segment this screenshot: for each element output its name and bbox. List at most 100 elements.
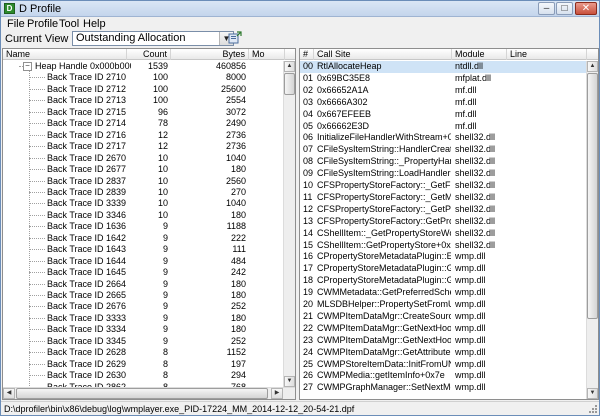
menu-file[interactable]: File — [5, 17, 27, 31]
minimize-button[interactable]: – — [538, 2, 555, 15]
scroll-left-icon[interactable]: ◀ — [3, 388, 15, 399]
stack-frame-row[interactable]: 16CPropertyStoreMetadataPlugin::Ens... wm… — [300, 251, 587, 263]
tree-row[interactable]: Back Trace ID 3334 9 180 — [3, 324, 295, 334]
tree-row[interactable]: Back Trace ID 2716 12 2736 — [3, 130, 295, 140]
col-module-header[interactable]: Module — [452, 49, 507, 60]
stack-frame-row[interactable]: 17CPropertyStoreMetadataPlugin::Get... wm… — [300, 263, 587, 275]
tree-row[interactable]: Back Trace ID 2837 10 2560 — [3, 176, 295, 186]
call-stack-pane[interactable]: # Call Site Module Line 00 RtlAllocateHea… — [299, 48, 599, 400]
tree-row[interactable]: Back Trace ID 2713 100 2554 — [3, 95, 295, 105]
stack-frame-row[interactable]: 07 CFileSysItemString::HandlerCreate... sh… — [300, 144, 587, 156]
tree-row[interactable]: Back Trace ID 3333 9 180 — [3, 313, 295, 323]
stack-frame-row[interactable]: 11 CFSPropertyStoreFactory::_GetMult... sh… — [300, 192, 587, 204]
tree-row[interactable]: Back Trace ID 1645 9 242 — [3, 267, 295, 277]
tree-vertical-scrollbar[interactable]: ▲ ▼ — [283, 61, 295, 387]
stack-frame-row[interactable]: 04 0x667EFEEB mf.dll — [300, 109, 587, 121]
scroll-thumb[interactable] — [284, 73, 295, 95]
tree-row[interactable]: Back Trace ID 1636 9 1188 — [3, 221, 295, 231]
stack-frame-row[interactable]: 14CShellItem::_GetPropertyStoreWork... sh… — [300, 228, 587, 240]
scroll-down-icon[interactable]: ▼ — [284, 376, 295, 387]
tree-row[interactable]: Back Trace ID 1643 9 111 — [3, 244, 295, 254]
backtrace-name: Back Trace ID 1642 — [47, 232, 127, 243]
title-bar[interactable]: D D Profile – □ ✕ — [1, 1, 599, 17]
tree-connector — [29, 226, 45, 228]
scroll-up-icon[interactable]: ▲ — [284, 61, 295, 72]
stack-frame-row[interactable]: 09CFileSysItemString::LoadHandler+0... sh… — [300, 168, 587, 180]
stack-frame-row[interactable]: 06InitializeFileHandlerWithStream+0x117 s… — [300, 132, 587, 144]
collapse-icon[interactable]: − — [23, 62, 32, 71]
stack-frame-row[interactable]: 23CWMPItemDataMgr::GetNextHook+... wmp.dl… — [300, 335, 587, 347]
scroll-thumb[interactable] — [587, 73, 598, 319]
menu-tool[interactable]: Tool — [57, 17, 81, 31]
tree-row[interactable]: Back Trace ID 2664 9 180 — [3, 279, 295, 289]
scroll-right-icon[interactable]: ▶ — [271, 388, 283, 399]
tree-row[interactable]: Back Trace ID 3345 9 252 — [3, 336, 295, 346]
tree-row[interactable]: Back Trace ID 3346 10 180 — [3, 210, 295, 220]
stack-frame-row[interactable]: 03 0x6666A302 mf.dll — [300, 97, 587, 109]
col-index-header[interactable]: # — [300, 49, 314, 60]
frame-index: 07 — [303, 144, 314, 155]
tree-root-row[interactable]: − Heap Handle 0x000b0000 1539 460856 — [3, 61, 295, 71]
stack-frame-row[interactable]: 19CWMMetadata::GetPreferredSchem... wmp.d… — [300, 287, 587, 299]
tree-row[interactable]: Back Trace ID 2628 8 1152 — [3, 347, 295, 357]
stack-frame-row[interactable]: 20MLSDBHelper::PropertySetFromUNC... wmp.… — [300, 299, 587, 311]
stack-frame-row[interactable]: 12CFSPropertyStoreFactory::_GetPro... she… — [300, 204, 587, 216]
tree-row[interactable]: Back Trace ID 2715 96 3072 — [3, 107, 295, 117]
tree-row[interactable]: Back Trace ID 2665 9 180 — [3, 290, 295, 300]
stack-frame-row[interactable]: 02 0x66652A1A mf.dll — [300, 85, 587, 97]
tree-row[interactable]: Back Trace ID 2717 12 2736 — [3, 141, 295, 151]
col-name-header[interactable]: Name — [3, 49, 127, 60]
frame-index: 16 — [303, 251, 314, 262]
stack-vertical-scrollbar[interactable]: ▲ ▼ — [586, 61, 598, 399]
stack-frame-row[interactable]: 18CPropertyStoreMetadataPlugin::Get... wm… — [300, 275, 587, 287]
stack-frame-row[interactable]: 21CWMPItemDataMgr::CreateSource+... wmp.d… — [300, 311, 587, 323]
scroll-up-icon[interactable]: ▲ — [587, 61, 598, 72]
tree-row[interactable]: Back Trace ID 1642 9 222 — [3, 233, 295, 243]
stack-frame-row[interactable]: 13CFSPropertyStoreFactory::GetProp... she… — [300, 216, 587, 228]
tree-row[interactable]: Back Trace ID 2676 9 252 — [3, 301, 295, 311]
stack-frame-row[interactable]: 08CFileSysItemString::_PropertyHandle...… — [300, 156, 587, 168]
tree-row[interactable]: Back Trace ID 3339 10 1040 — [3, 198, 295, 208]
tree-row[interactable]: Back Trace ID 2839 10 270 — [3, 187, 295, 197]
tree-row[interactable]: Back Trace ID 1644 9 484 — [3, 256, 295, 266]
stack-frame-row[interactable]: 05 0x66662E3D mf.dll — [300, 121, 587, 133]
frame-call-site: 0x667EFEEB — [317, 108, 372, 119]
col-bytes-header[interactable]: Bytes — [171, 49, 249, 60]
tree-horizontal-scrollbar[interactable]: ◀ ▶ — [3, 387, 295, 399]
stack-frame-row[interactable]: 24CWMPItemDataMgr::GetAttribute+0... wmp.… — [300, 347, 587, 359]
tree-row[interactable]: Back Trace ID 2670 10 1040 — [3, 153, 295, 163]
maximize-button[interactable]: □ — [556, 2, 573, 15]
stack-frame-row[interactable]: 10CFSPropertyStoreFactory::_GetFile... sh… — [300, 180, 587, 192]
scroll-down-icon[interactable]: ▼ — [587, 388, 598, 399]
col-module-header[interactable]: Mo — [249, 49, 285, 60]
stack-frame-row[interactable]: 01 0x69BC35E8 mfplat.dll — [300, 73, 587, 85]
frame-call-site: CPropertyStoreMetadataPlugin::Get... — [317, 263, 451, 274]
menu-profile[interactable]: Profile — [25, 17, 60, 31]
tree-row[interactable]: Back Trace ID 2630 8 294 — [3, 370, 295, 380]
refresh-snapshot-icon[interactable] — [228, 31, 242, 45]
backtrace-count: 9 — [162, 278, 168, 289]
close-button[interactable]: ✕ — [575, 2, 597, 15]
col-count-header[interactable]: Count — [127, 49, 171, 60]
stack-frame-row[interactable]: 00 RtlAllocateHeap ntdll.dll — [300, 61, 587, 73]
stack-frame-row[interactable]: 15 CShellItem::GetPropertyStore+0xc5 shell… — [300, 240, 587, 252]
stack-frame-row[interactable]: 22CWMPItemDataMgr::GetNextHook+... wmp.dl… — [300, 323, 587, 335]
stack-frame-row[interactable]: 27CWMPGraphManager::SetNextMedi... wmp.dl… — [300, 382, 587, 394]
tree-row[interactable]: Back Trace ID 2712 100 25600 — [3, 84, 295, 94]
tree-row[interactable]: Back Trace ID 2677 10 180 — [3, 164, 295, 174]
current-view-dropdown[interactable]: Outstanding Allocation ▼ — [72, 31, 234, 46]
frame-module: wmp.dll — [455, 382, 486, 393]
resize-grip-icon[interactable] — [588, 404, 598, 414]
col-line-header[interactable]: Line — [507, 49, 587, 60]
tree-row[interactable]: Back Trace ID 2714 78 2490 — [3, 118, 295, 128]
scroll-thumb[interactable] — [16, 388, 268, 399]
tree-row[interactable]: Back Trace ID 2629 8 197 — [3, 359, 295, 369]
tree-row[interactable]: Back Trace ID 2710 100 8000 — [3, 72, 295, 82]
menu-help[interactable]: Help — [81, 17, 108, 31]
stack-frame-row[interactable]: 25 CWMPStoreItemData::InitFromUN... wmp.dl… — [300, 359, 587, 371]
backtrace-count: 12 — [157, 129, 168, 140]
allocation-tree-pane[interactable]: Name Count Bytes Mo − Heap Handle 0x000b… — [2, 48, 296, 400]
stack-frame-row[interactable]: 26 CWMPMedia::getItemInfo+0x7e wmp.dll — [300, 370, 587, 382]
col-callsite-header[interactable]: Call Site — [314, 49, 452, 60]
backtrace-count: 100 — [152, 95, 168, 106]
